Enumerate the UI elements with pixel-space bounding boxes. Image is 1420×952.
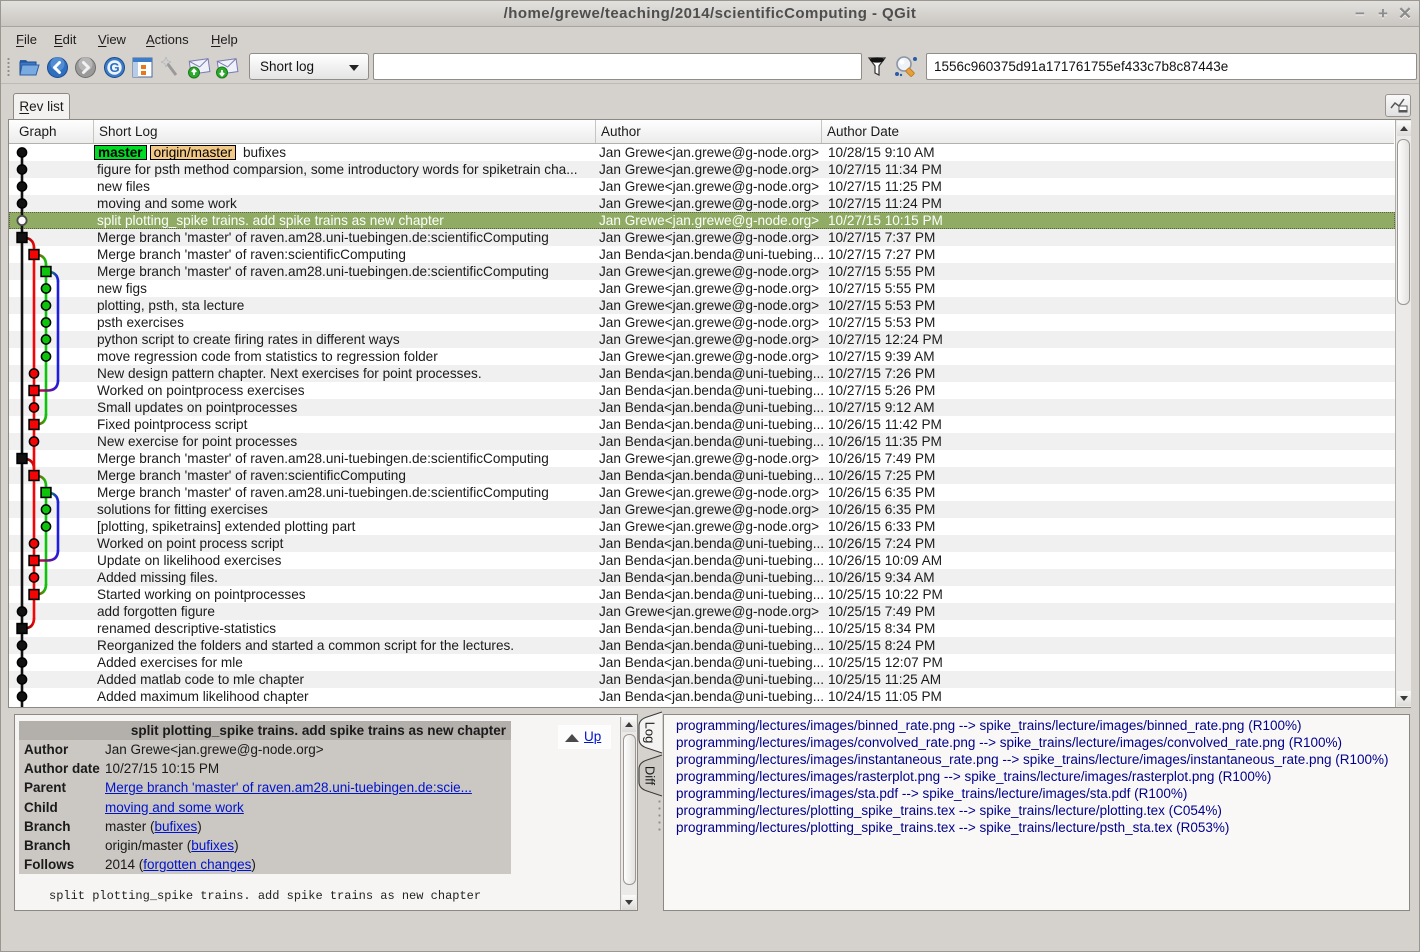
svg-text:Diff: Diff <box>643 766 658 786</box>
svg-text:Log: Log <box>643 722 658 744</box>
svg-text:G: G <box>109 60 119 75</box>
